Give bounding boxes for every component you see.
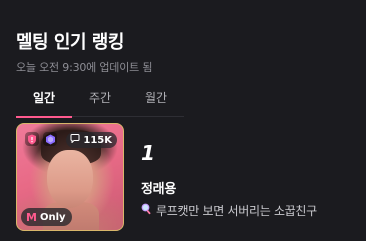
page-title: 멜팅 인기 랭킹 — [16, 32, 124, 53]
description-text: 루프캣만 보면 서버리는 소꿉친구 — [156, 204, 317, 218]
tab-daily[interactable]: 일간 — [16, 84, 72, 118]
hexagon-icon — [43, 132, 57, 146]
tab-weekly[interactable]: 주간 — [72, 84, 128, 116]
only-badge: M Only — [21, 208, 72, 226]
chat-bubble-icon — [70, 134, 80, 146]
only-label: Only — [39, 211, 66, 223]
character-description[interactable]: 루프캣만 보면 서버리는 소꿉친구 — [141, 202, 317, 219]
period-tabs: 일간 주간 월간 — [16, 84, 184, 118]
rank-number: 1 — [141, 141, 155, 165]
update-timestamp: 오늘 오전 9:30에 업데이트 됨 — [16, 61, 153, 74]
character-thumbnail[interactable]: 115K M Only — [16, 123, 124, 231]
magnifier-emoji-icon — [141, 203, 152, 218]
m-logo-icon: M — [26, 210, 37, 224]
chat-count-value: 115K — [83, 134, 112, 146]
ranking-page: 멜팅 인기 랭킹 오늘 오전 9:30에 업데이트 됨 일간 주간 월간 115… — [0, 0, 366, 241]
shield-icon — [25, 132, 39, 146]
tab-monthly[interactable]: 월간 — [128, 84, 184, 116]
chat-count-badge: 115K — [66, 132, 117, 148]
thumbnail-face — [47, 150, 93, 208]
character-name[interactable]: 정래용 — [141, 178, 176, 197]
